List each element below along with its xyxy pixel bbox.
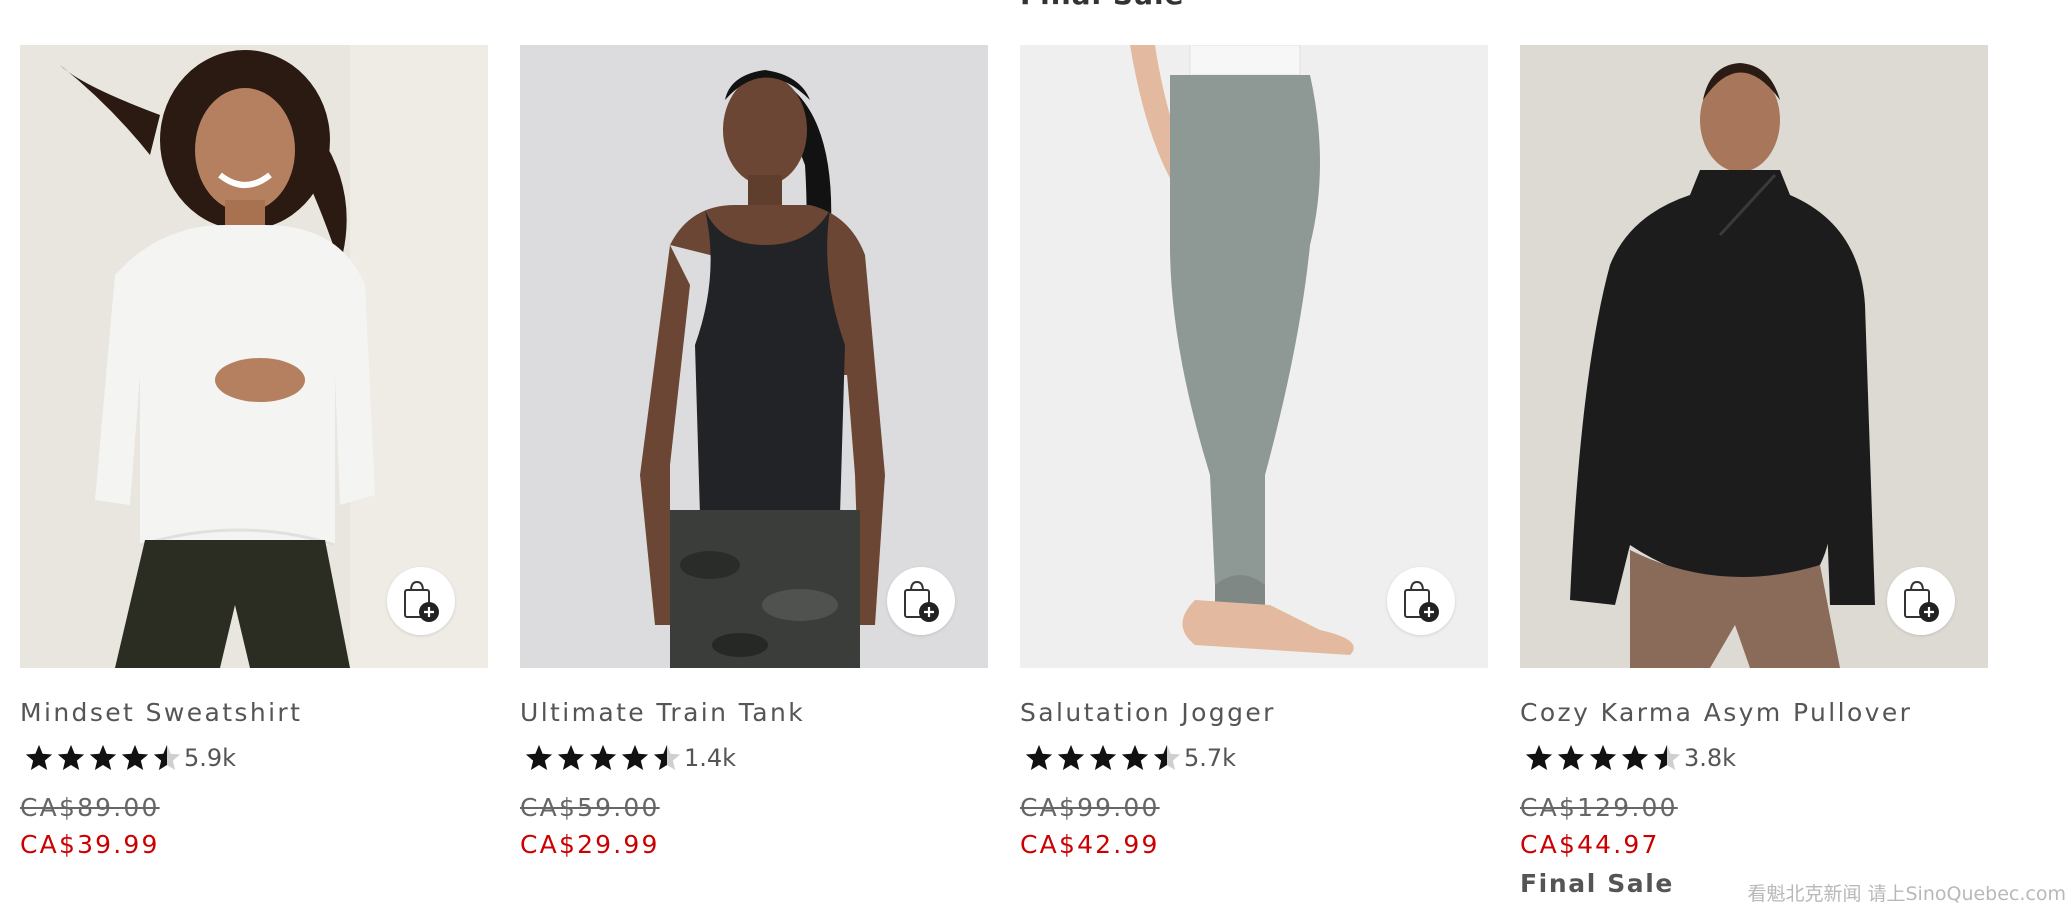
original-price: CA$129.00 xyxy=(1520,793,1678,822)
star-icon xyxy=(25,744,53,770)
sale-price: CA$42.99 xyxy=(1020,830,1160,859)
product-rating: 5.9k xyxy=(20,743,488,773)
star-icon xyxy=(653,744,681,770)
original-price: CA$89.00 xyxy=(20,793,160,822)
add-to-bag-button[interactable] xyxy=(1887,567,1955,635)
product-card[interactable]: Mindset Sweatshirt 5.9k CA$89.00 CA$39.9… xyxy=(20,45,488,898)
review-count: 1.4k xyxy=(684,744,737,772)
star-rating xyxy=(1524,743,1682,773)
product-rating: 3.8k xyxy=(1520,743,1988,773)
star-icon xyxy=(621,744,649,770)
star-icon xyxy=(1089,744,1117,770)
sale-price: CA$29.99 xyxy=(520,830,660,859)
product-image[interactable] xyxy=(1020,45,1488,668)
sale-price: CA$44.97 xyxy=(1520,830,1660,859)
product-rating: 5.7k xyxy=(1020,743,1488,773)
star-icon xyxy=(89,744,117,770)
star-icon xyxy=(525,744,553,770)
product-image[interactable] xyxy=(1520,45,1988,668)
star-rating xyxy=(524,743,682,773)
product-image[interactable] xyxy=(520,45,988,668)
shopping-bag-plus-icon xyxy=(904,580,939,622)
star-icon xyxy=(1525,744,1553,770)
product-name[interactable]: Mindset Sweatshirt xyxy=(20,698,488,727)
product-name[interactable]: Ultimate Train Tank xyxy=(520,698,988,727)
star-icon xyxy=(121,744,149,770)
product-grid: Mindset Sweatshirt 5.9k CA$89.00 CA$39.9… xyxy=(20,45,1988,898)
star-icon xyxy=(589,744,617,770)
product-name[interactable]: Cozy Karma Asym Pullover xyxy=(1520,698,1988,727)
star-icon xyxy=(1589,744,1617,770)
star-icon xyxy=(153,744,181,770)
star-icon xyxy=(1153,744,1181,770)
review-count: 5.9k xyxy=(184,744,237,772)
star-icon xyxy=(1653,744,1681,770)
star-icon xyxy=(1557,744,1585,770)
shopping-bag-plus-icon xyxy=(404,580,439,622)
star-rating xyxy=(1024,743,1182,773)
sale-price: CA$39.99 xyxy=(20,830,160,859)
review-count: 5.7k xyxy=(1184,744,1237,772)
product-card[interactable]: Ultimate Train Tank 1.4k CA$59.00 CA$29.… xyxy=(520,45,988,898)
review-count: 3.8k xyxy=(1684,744,1737,772)
product-grid-page: Final Sale xyxy=(0,0,2072,912)
star-rating xyxy=(24,743,182,773)
star-icon xyxy=(1121,744,1149,770)
star-icon xyxy=(557,744,585,770)
original-price: CA$99.00 xyxy=(1020,793,1160,822)
add-to-bag-button[interactable] xyxy=(1387,567,1455,635)
star-icon xyxy=(1621,744,1649,770)
shopping-bag-plus-icon xyxy=(1404,580,1439,622)
final-sale-label-clipped: Final Sale xyxy=(1020,0,1185,11)
product-name[interactable]: Salutation Jogger xyxy=(1020,698,1488,727)
shopping-bag-plus-icon xyxy=(1904,580,1939,622)
product-card[interactable]: Salutation Jogger 5.7k CA$99.00 CA$42.99 xyxy=(1020,45,1488,898)
add-to-bag-button[interactable] xyxy=(887,567,955,635)
product-image[interactable] xyxy=(20,45,488,668)
product-card[interactable]: Cozy Karma Asym Pullover 3.8k CA$129.00 … xyxy=(1520,45,1988,898)
product-rating: 1.4k xyxy=(520,743,988,773)
site-watermark: 看魁北克新闻 请上SinoQuebec.com xyxy=(1747,883,2066,905)
original-price: CA$59.00 xyxy=(520,793,660,822)
star-icon xyxy=(57,744,85,770)
add-to-bag-button[interactable] xyxy=(387,567,455,635)
star-icon xyxy=(1025,744,1053,770)
star-icon xyxy=(1057,744,1085,770)
